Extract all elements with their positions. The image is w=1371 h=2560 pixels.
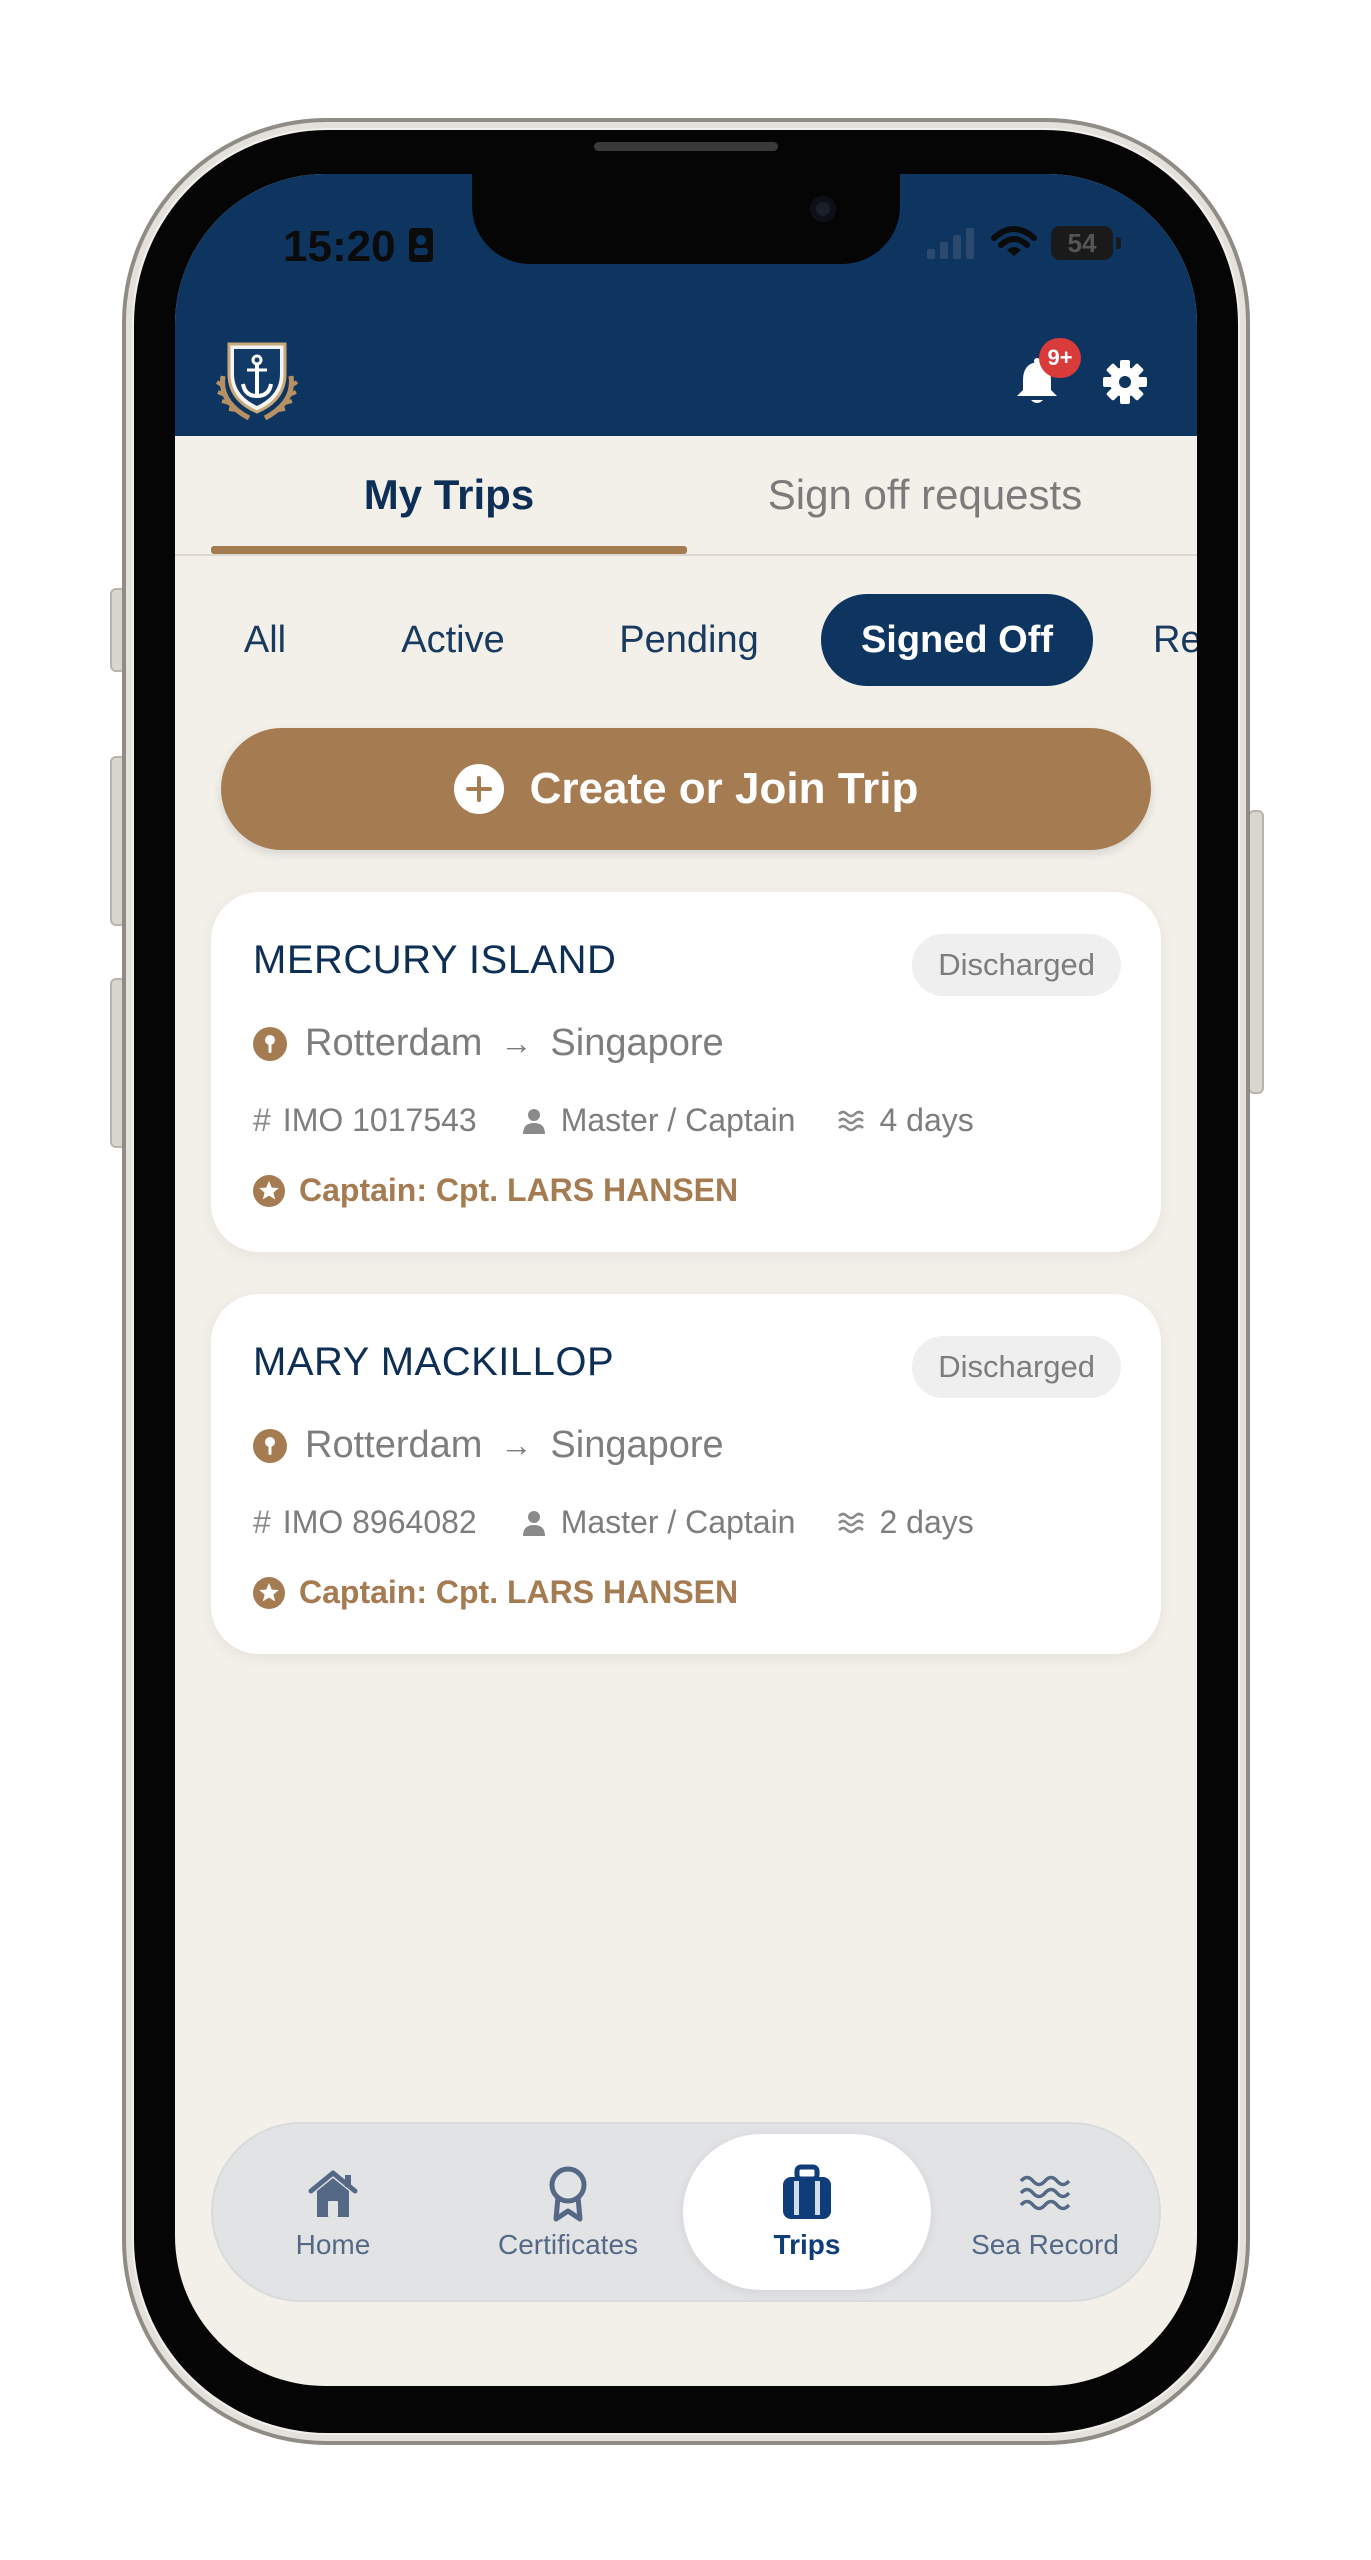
location-pin-icon	[253, 1428, 287, 1463]
trip-meta: # IMO 1017543 Master / Captain 4 days	[253, 1102, 974, 1139]
trip-duration: 2 days	[837, 1504, 974, 1541]
app-screen: 15:20 54 9+ My Trips Sign off requests A…	[175, 174, 1197, 2386]
nav-home-label: Home	[295, 2229, 371, 2260]
device-notch	[472, 174, 900, 264]
arrow-right-icon: →	[500, 1427, 533, 1463]
filter-chip-label: Active	[401, 618, 505, 661]
status-filter-chips: All Active Pending Signed Off Re	[175, 594, 1197, 686]
status-indicators: 54	[927, 226, 1121, 260]
nav-trips[interactable]: Trips	[683, 2134, 931, 2290]
trip-duration: 4 days	[837, 1102, 974, 1139]
waves-icon	[838, 1110, 865, 1131]
briefcase-icon	[783, 2164, 831, 2219]
tab-sign-off-requests-label: Sign off requests	[767, 471, 1083, 518]
captain-name: Captain: Cpt. LARS HANSEN	[299, 1574, 739, 1610]
active-tab-indicator	[211, 546, 687, 554]
duration-value: 4 days	[879, 1102, 974, 1138]
filter-chip-rejected[interactable]: Re	[1153, 594, 1197, 686]
trip-card[interactable]: MERCURY ISLAND Discharged Rotterdam → Si…	[211, 892, 1161, 1252]
hash-icon: #	[253, 1504, 271, 1540]
imo-number: # IMO 8964082	[253, 1504, 477, 1541]
filter-chip-pending[interactable]: Pending	[591, 594, 787, 686]
front-camera	[810, 196, 836, 222]
trip-tabs: My Trips Sign off requests	[175, 436, 1197, 556]
id-card-icon	[409, 228, 433, 262]
role-value: Master / Captain	[560, 1504, 796, 1540]
create-or-join-trip-button[interactable]: Create or Join Trip	[221, 728, 1151, 850]
waves-icon	[1019, 2175, 1071, 2211]
duration-value: 2 days	[879, 1504, 974, 1540]
filter-chip-active[interactable]: Active	[371, 594, 535, 686]
trip-card[interactable]: MARY MACKILLOP Discharged Rotterdam → Si…	[211, 1294, 1161, 1654]
nav-certificates-label: Certificates	[497, 2229, 639, 2260]
trip-captain: Captain: Cpt. LARS HANSEN	[253, 1574, 738, 1611]
imo-value: IMO 1017543	[282, 1102, 477, 1138]
star-badge-icon	[253, 1174, 285, 1207]
create-or-join-trip-label: Create or Join Trip	[529, 764, 919, 813]
crew-role: Master / Captain	[519, 1504, 796, 1541]
settings-gear-icon[interactable]	[1101, 358, 1149, 406]
imo-value: IMO 8964082	[282, 1504, 477, 1540]
route-origin: Rotterdam	[305, 1022, 483, 1064]
notification-count-badge: 9+	[1039, 338, 1081, 378]
cellular-signal-icon	[927, 228, 974, 259]
location-pin-icon	[253, 1026, 287, 1061]
wifi-icon	[991, 226, 1037, 256]
earpiece-speaker	[594, 142, 778, 151]
hash-icon: #	[253, 1102, 271, 1138]
person-icon	[522, 1108, 545, 1134]
nav-sea-record[interactable]: Sea Record	[965, 2124, 1125, 2300]
trip-status-badge: Discharged	[912, 1336, 1121, 1398]
trip-route: Rotterdam → Singapore	[253, 1022, 724, 1065]
home-icon	[308, 2170, 358, 2217]
certificate-ribbon-icon	[549, 2166, 587, 2222]
route-destination: Singapore	[550, 1022, 724, 1064]
plus-circle-icon	[453, 764, 504, 814]
status-time: 15:20	[283, 222, 396, 271]
filter-chip-label: Re	[1153, 618, 1197, 661]
trip-status-badge: Discharged	[912, 934, 1121, 996]
role-value: Master / Captain	[560, 1102, 796, 1138]
tab-my-trips[interactable]: My Trips	[211, 436, 687, 554]
route-destination: Singapore	[550, 1424, 724, 1466]
person-icon	[522, 1510, 545, 1536]
filter-chip-signed-off[interactable]: Signed Off	[821, 594, 1093, 686]
waves-icon	[838, 1512, 865, 1533]
battery-indicator: 54	[1051, 226, 1121, 260]
imo-number: # IMO 1017543	[253, 1102, 477, 1139]
arrow-right-icon: →	[500, 1025, 533, 1061]
filter-chip-label: Pending	[619, 618, 759, 661]
filter-chip-label: Signed Off	[860, 618, 1054, 661]
trip-meta: # IMO 8964082 Master / Captain 2 days	[253, 1504, 974, 1541]
nav-home[interactable]: Home	[263, 2124, 403, 2300]
vessel-name: MARY MACKILLOP	[253, 1340, 615, 1384]
trip-route: Rotterdam → Singapore	[253, 1424, 724, 1467]
trip-captain: Captain: Cpt. LARS HANSEN	[253, 1172, 738, 1209]
nav-sea-record-label: Sea Record	[971, 2229, 1119, 2260]
power-button	[1248, 810, 1264, 1094]
captain-name: Captain: Cpt. LARS HANSEN	[299, 1172, 739, 1208]
filter-chip-label: All	[243, 618, 287, 661]
nav-trips-label: Trips	[773, 2229, 841, 2260]
anchor-crest-logo	[215, 342, 299, 421]
tab-my-trips-label: My Trips	[363, 471, 535, 518]
crew-role: Master / Captain	[519, 1102, 796, 1139]
vessel-name: MERCURY ISLAND	[253, 938, 617, 982]
nav-certificates[interactable]: Certificates	[483, 2124, 653, 2300]
route-origin: Rotterdam	[305, 1424, 483, 1466]
bottom-navigation: Home Certificates Trips Sea Record	[211, 2122, 1161, 2302]
tab-sign-off-requests[interactable]: Sign off requests	[687, 436, 1163, 554]
filter-chip-all[interactable]: All	[215, 594, 315, 686]
star-badge-icon	[253, 1576, 285, 1609]
